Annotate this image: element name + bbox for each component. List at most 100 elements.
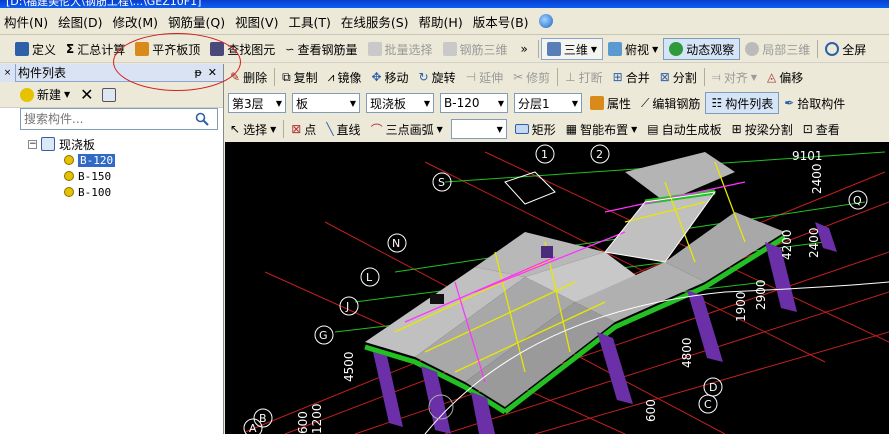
pin-icon[interactable]: ᵽ xyxy=(194,66,201,79)
three-point-arc-button[interactable]: ⌒ 三点画弧 ▼ xyxy=(366,118,448,140)
flush-slab-icon xyxy=(135,42,150,56)
rectangle-button[interactable]: 矩形 xyxy=(510,118,561,140)
slab-icon xyxy=(41,137,55,151)
move-icon: ✥ xyxy=(371,70,382,84)
rotate-button[interactable]: ↻ 旋转 xyxy=(414,66,461,88)
globe-icon[interactable] xyxy=(538,14,553,28)
batch-select-button[interactable]: 批量选择 xyxy=(363,38,438,60)
delete-button[interactable]: ✎ 删除 xyxy=(225,66,272,88)
move-button[interactable]: ✥ 移动 xyxy=(366,66,413,88)
search-input[interactable] xyxy=(21,112,191,126)
opening xyxy=(541,246,553,258)
arc-option-select[interactable]: ▼ xyxy=(450,119,507,139)
trim-button[interactable]: ✂ 修剪 xyxy=(508,66,555,88)
selector-toolbar: 第3层 ▼ 板 ▼ 现浇板 ▼ B-120 ▼ 分层1 ▼ 属性 ⟋ 编辑钢筋 ☷ 构件列表 … xyxy=(225,90,889,117)
fullscreen-button[interactable]: 全屏 xyxy=(820,38,871,60)
align-button[interactable]: ⫤ 对齐 ▼ xyxy=(707,66,762,88)
new-component-button[interactable]: 新建 ▼ xyxy=(18,84,72,106)
menu-rebar[interactable]: 钢筋量(Q) xyxy=(168,12,225,31)
merge-icon: ⊞ xyxy=(612,70,623,84)
tree-item-b100[interactable]: B-100 xyxy=(64,184,131,200)
collapse-icon[interactable]: − xyxy=(28,139,37,149)
menu-help[interactable]: 帮助(H) xyxy=(419,12,463,31)
point-button[interactable]: ⊠ 点 xyxy=(286,118,321,140)
menu-tools[interactable]: 工具(T) xyxy=(288,12,330,31)
extend-button[interactable]: ⊣ 延伸 xyxy=(461,66,508,88)
view-button[interactable]: ⊡ 查看 xyxy=(798,118,845,140)
menu-version[interactable]: 版本号(B) xyxy=(473,12,529,31)
menu-modify[interactable]: 修改(M) xyxy=(113,12,159,31)
split-button[interactable]: ⊠ 分割 xyxy=(655,66,702,88)
smart-layout-button[interactable]: ▦ 智能布置 ▼ xyxy=(561,118,643,140)
floor-select[interactable]: 第3层 ▼ xyxy=(228,93,286,113)
list-icon: ☷ xyxy=(711,96,723,110)
arc-icon: ⌒ xyxy=(370,122,383,137)
tree-root[interactable]: − 现浇板 xyxy=(28,136,95,152)
find-element-button[interactable]: 查找图元 xyxy=(205,38,280,60)
pick-component-button[interactable]: ✒ 拾取构件 xyxy=(779,92,850,114)
trim-icon: ✂ xyxy=(513,70,524,84)
tree-item-b120[interactable]: B-120 xyxy=(64,152,131,168)
window-title: [D:\福建美伦大\钢筋工程\...\GEZ10F1] xyxy=(6,0,202,8)
3d-model-drawing: 1 2 S Q N L J G D C B A 9101 2400 4200 2… xyxy=(243,144,889,434)
axis-tag: 1 xyxy=(541,148,548,161)
edge xyxy=(504,171,556,205)
overflow-chevron-icon[interactable]: » xyxy=(521,42,528,56)
select-button[interactable]: ↖ 选择 ▼ xyxy=(225,118,281,140)
layer-select[interactable]: 分层1 ▼ xyxy=(514,93,582,113)
merge-button[interactable]: ⊞ 合并 xyxy=(608,66,655,88)
rebar-3d-button[interactable]: 钢筋三维 xyxy=(438,38,513,60)
mirror-button[interactable]: ⩘ 镜像 xyxy=(323,66,367,88)
panel-header: 构件列表 ᵽ ✕ xyxy=(0,64,223,82)
view-3d-dropdown[interactable]: 三维 ▼ xyxy=(540,38,604,60)
local-3d-button[interactable]: 局部三维 xyxy=(740,38,815,60)
dimension-label: 4500 xyxy=(342,351,356,382)
axis-tag: N xyxy=(392,237,400,250)
point-icon: ⊠ xyxy=(291,122,302,136)
category-select[interactable]: 板 ▼ xyxy=(292,93,360,113)
offset-button[interactable]: ◬ 偏移 xyxy=(762,66,808,88)
smart-layout-icon: ▦ xyxy=(565,122,578,136)
copy-button[interactable]: ⧉ 复制 xyxy=(277,66,323,88)
menu-bar: 构件(N) 绘图(D) 修改(M) 钢筋量(Q) 视图(V) 工具(T) 在线服… xyxy=(0,8,889,35)
axis-tag: S xyxy=(438,176,445,189)
break-button[interactable]: ⊥ 打断 xyxy=(560,66,607,88)
copy-icon: ⧉ xyxy=(282,69,291,84)
menu-draw[interactable]: 绘图(D) xyxy=(58,12,102,31)
element-select[interactable]: B-120 ▼ xyxy=(440,93,508,113)
type-select[interactable]: 现浇板 ▼ xyxy=(366,93,434,113)
top-view-dropdown[interactable]: 俯视 ▼ xyxy=(603,38,663,60)
3d-viewport[interactable]: 1 2 S Q N L J G D C B A 9101 2400 4200 2… xyxy=(225,142,889,434)
chevron-down-icon: ▼ xyxy=(64,90,71,99)
define-button[interactable]: 定义 xyxy=(10,38,61,60)
tree-item-label: B-100 xyxy=(78,185,112,199)
menu-component[interactable]: 构件(N) xyxy=(4,12,48,31)
dimension-label: 1200 xyxy=(310,403,324,434)
line-icon: ╲ xyxy=(326,122,334,136)
delete-icon[interactable]: ✕ xyxy=(80,85,93,104)
copy-icon[interactable] xyxy=(101,87,116,102)
menu-online[interactable]: 在线服务(S) xyxy=(341,12,409,31)
split-by-beam-button[interactable]: ⊞ 按梁分割 xyxy=(727,118,798,140)
dynamic-observe-button[interactable]: 动态观察 xyxy=(663,38,741,60)
auto-generate-slab-button[interactable]: ▤ 自动生成板 xyxy=(642,118,726,140)
top-view-icon xyxy=(608,42,623,56)
menu-view[interactable]: 视图(V) xyxy=(235,12,278,31)
flush-slab-top-button[interactable]: 平齐板顶 xyxy=(130,38,205,60)
view-rebar-button[interactable]: ∽ 查看钢筋量 xyxy=(280,38,362,60)
close-icon[interactable]: ✕ xyxy=(208,66,217,79)
gear-icon xyxy=(64,155,74,165)
panel-edge-tab[interactable]: × xyxy=(0,64,16,82)
edit-rebar-button[interactable]: ⟋ 编辑钢筋 xyxy=(636,92,705,114)
tree-item-b150[interactable]: B-150 xyxy=(64,168,131,184)
split-icon: ⊠ xyxy=(659,70,670,84)
axis-tag: 2 xyxy=(596,148,603,161)
tree-item-label: B-150 xyxy=(78,169,112,183)
new-icon xyxy=(20,87,34,102)
properties-button[interactable]: 属性 xyxy=(585,92,636,114)
eraser-icon: ✎ xyxy=(230,70,241,84)
summary-calc-button[interactable]: Σ 汇总计算 xyxy=(61,38,130,60)
component-list-button[interactable]: ☷ 构件列表 xyxy=(705,92,780,114)
search-icon[interactable] xyxy=(191,109,213,129)
line-button[interactable]: ╲ 直线 xyxy=(321,118,365,140)
